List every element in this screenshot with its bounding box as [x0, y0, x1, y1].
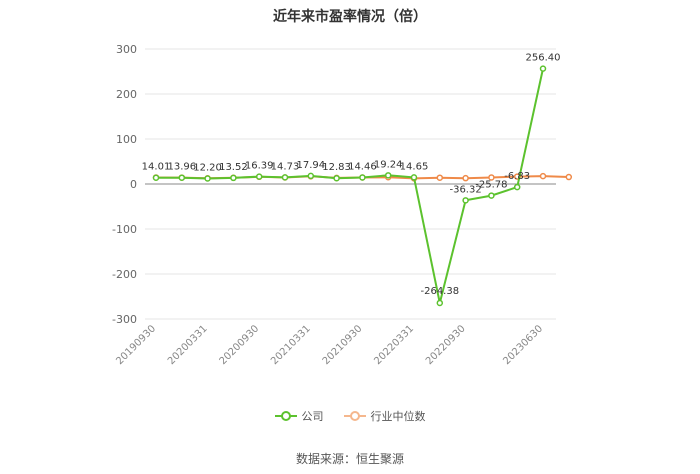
y-tick-label: 100 [116, 133, 137, 146]
data-label: 14.01 [142, 162, 171, 173]
data-point [436, 299, 444, 307]
pe-ratio-line-chart: 3002001000-100-200-300 20190930 20200331 2… [112, 43, 573, 367]
data-label: 16.39 [245, 161, 274, 172]
legend-item-industry-median[interactable]: 行业中位数 [343, 408, 426, 424]
y-tick-label: -100 [112, 223, 137, 236]
data-point [204, 175, 211, 182]
x-tick-label: 20200930 [218, 323, 262, 367]
y-tick-label: -300 [112, 313, 137, 326]
data-label: 12.83 [322, 162, 351, 173]
data-label: -25.78 [475, 180, 507, 191]
data-point [436, 174, 444, 181]
data-point [410, 174, 418, 181]
data-label: 256.40 [526, 53, 561, 64]
data-label: -6.83 [504, 171, 530, 182]
x-tick-label: 20190930 [114, 323, 158, 367]
x-tick-label: 20220331 [372, 323, 416, 367]
y-tick-label: 0 [130, 178, 137, 191]
legend-swatch-company [274, 411, 297, 421]
x-tick-label: 20220930 [424, 323, 468, 367]
series-group [152, 65, 573, 307]
data-labels: 14.0113.9612.2013.5216.3914.7317.9412.83… [142, 53, 561, 297]
data-point [230, 174, 237, 182]
data-point [281, 174, 289, 181]
data-label: 13.96 [167, 162, 196, 173]
data-point [333, 174, 340, 182]
data-point [384, 172, 392, 179]
y-tick-label: 300 [116, 43, 137, 56]
legend-label-industry-median: 行业中位数 [370, 410, 426, 423]
data-point [539, 65, 547, 72]
data-point [539, 172, 547, 180]
data-point [513, 183, 521, 191]
y-axis: 300 200 100 0 -100 -200 -300 [112, 43, 137, 326]
data-label: 12.20 [193, 163, 222, 174]
data-point [359, 174, 366, 181]
data-point [152, 174, 160, 181]
legend: 公司 行业中位数 [0, 408, 700, 424]
data-point [488, 192, 495, 199]
x-tick-label: 20200331 [166, 323, 210, 367]
x-tick-label: 20210930 [321, 323, 365, 367]
data-label: 14.73 [271, 161, 300, 172]
data-point [565, 173, 573, 181]
data-point [178, 174, 186, 181]
data-label: 17.94 [296, 160, 325, 171]
data-point [307, 172, 315, 180]
y-tick-label: 200 [116, 88, 137, 101]
x-axis: 20190930 20200331 20200930 20210331 20210930… [114, 323, 545, 367]
x-tick-label: 20230630 [501, 323, 545, 367]
legend-item-company[interactable]: 公司 [274, 408, 324, 424]
data-point [462, 174, 469, 182]
data-label: 14.46 [348, 161, 377, 172]
data-label: 19.24 [374, 159, 403, 170]
data-source: 数据来源：恒生聚源 [295, 452, 404, 466]
data-label: 14.65 [400, 161, 429, 172]
legend-label-company: 公司 [301, 410, 324, 423]
data-label: 13.52 [219, 162, 248, 173]
data-point [255, 173, 263, 180]
data-point [462, 197, 469, 204]
data-label: -264.38 [420, 286, 459, 297]
x-tick-label: 20210331 [269, 323, 313, 367]
legend-swatch-industry-median [343, 411, 366, 421]
y-tick-label: -200 [112, 268, 137, 281]
